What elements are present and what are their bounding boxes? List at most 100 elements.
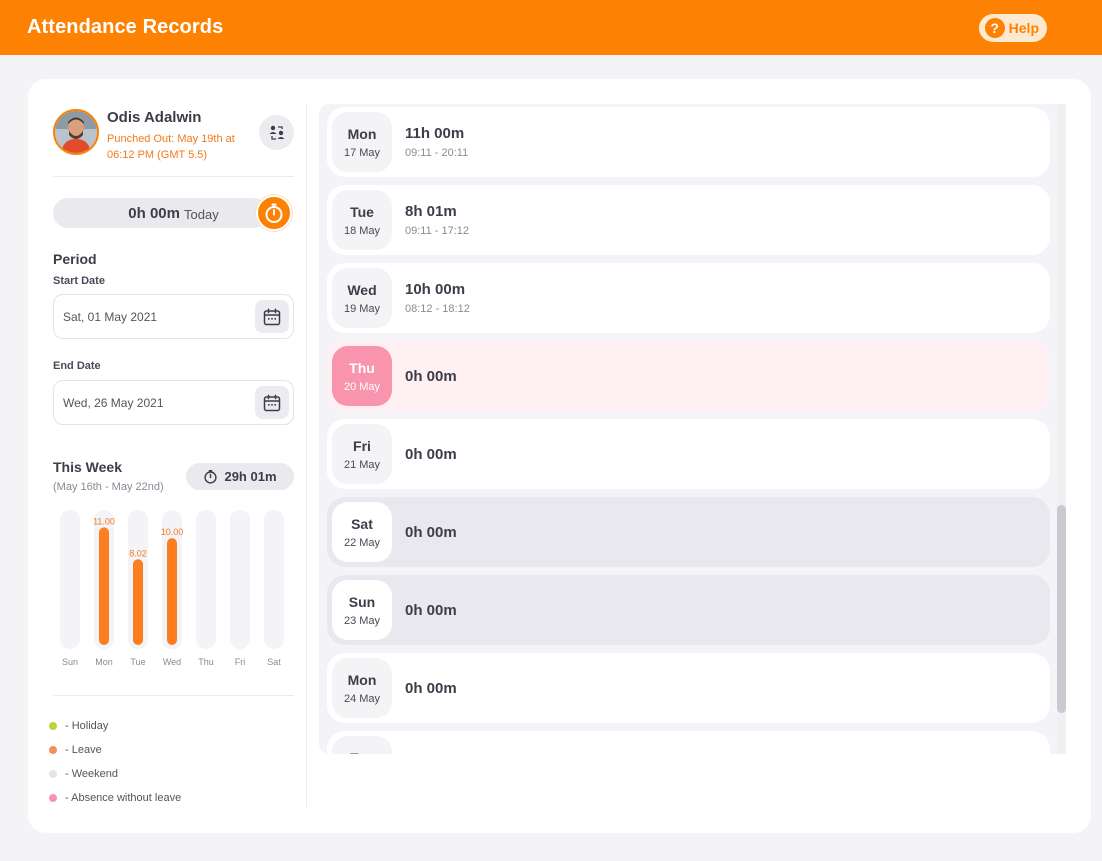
row-info: 0h 00m: [405, 602, 457, 619]
day-badge[interactable]: Sun 23 May: [332, 580, 392, 640]
week-total: 29h 01m: [224, 469, 277, 484]
left-panel: Odis Adalwin Punched Out: May 19th at 06…: [49, 104, 294, 807]
punch-timer-button[interactable]: [256, 195, 292, 231]
this-week-title: This Week: [53, 459, 122, 475]
row-info: 0h 00m: [405, 368, 457, 385]
day-badge[interactable]: Tue25 May: [332, 736, 392, 754]
bar-track: [264, 510, 284, 649]
legend-dot: [49, 794, 57, 802]
legend-label: - Absence without leave: [65, 792, 182, 804]
x-tick-label: Sat: [267, 657, 281, 667]
end-date-label: End Date: [53, 360, 101, 372]
row-info: 10h 00m 08:12 - 18:12: [405, 281, 470, 315]
bar-wed: [167, 538, 177, 645]
attendance-row[interactable]: Fri 21 May 0h 00m: [327, 419, 1050, 489]
attendance-list: Mon 17 May 11h 00m 09:11 - 20:11 Tue 18 May 8h…: [319, 104, 1066, 754]
worked-hours: 0h 00m: [405, 367, 457, 385]
row-info: 0h 00m: [405, 446, 457, 463]
day-date: 19 May: [343, 302, 381, 315]
day-date: 20 May: [343, 380, 381, 393]
week-total-pill: 29h 01m: [186, 463, 294, 490]
day-name: Mon: [347, 125, 377, 142]
legend-dot: [49, 722, 57, 730]
attendance-row[interactable]: Tue25 May: [327, 731, 1050, 754]
row-info: 11h 00m 09:11 - 20:11: [405, 125, 468, 159]
help-label: Help: [1008, 19, 1039, 36]
avatar: [53, 109, 99, 155]
x-tick-label: Wed: [163, 657, 181, 667]
scrollbar-thumb[interactable]: [1057, 505, 1066, 713]
top-bar: Attendance Records ? Help: [0, 0, 1102, 55]
legend-item: - Absence without leave: [49, 792, 181, 804]
attendance-row[interactable]: Mon 17 May 11h 00m 09:11 - 20:11: [327, 107, 1050, 177]
row-info: 8h 01m 09:11 - 17:12: [405, 203, 469, 237]
x-tick-label: Thu: [198, 657, 214, 667]
page-title: Attendance Records: [27, 16, 224, 38]
today-hours: 0h 00m: [128, 204, 180, 222]
day-badge[interactable]: Tue 18 May: [332, 190, 392, 250]
end-date-calendar-button[interactable]: [255, 386, 289, 419]
attendance-row[interactable]: Sat 22 May 0h 00m: [327, 497, 1050, 567]
end-date-field[interactable]: Wed, 26 May 2021: [53, 380, 294, 425]
x-tick-label: Sun: [62, 657, 78, 667]
attendance-row[interactable]: Mon 24 May 0h 00m: [327, 653, 1050, 723]
worked-hours: 0h 00m: [405, 679, 457, 697]
start-date-field[interactable]: Sat, 01 May 2021: [53, 294, 294, 339]
time-range: 09:11 - 17:12: [405, 225, 470, 237]
day-name: Wed: [347, 281, 377, 298]
x-tick-label: Mon: [95, 657, 113, 667]
attendance-card: Odis Adalwin Punched Out: May 19th at 06…: [28, 79, 1091, 833]
worked-hours: 11h 00m: [405, 125, 465, 142]
legend-dot: [49, 746, 57, 754]
today-label: Today: [184, 206, 219, 222]
week-range: (May 16th - May 22nd): [53, 481, 164, 493]
period-title: Period: [53, 251, 97, 267]
attendance-row[interactable]: Sun 23 May 0h 00m: [327, 575, 1050, 645]
day-badge[interactable]: Mon 17 May: [332, 112, 392, 172]
day-badge[interactable]: Mon 24 May: [332, 658, 392, 718]
punch-status: Punched Out: May 19th at 06:12 PM (GMT 5…: [107, 133, 235, 161]
panel-divider: [306, 104, 307, 807]
day-name: Tue: [350, 203, 374, 220]
row-info: 0h 00m: [405, 524, 457, 541]
day-name: Tue: [350, 750, 374, 755]
day-badge[interactable]: Wed 19 May: [332, 268, 392, 328]
attendance-row[interactable]: Thu 20 May 0h 00m: [327, 341, 1050, 411]
day-date: 22 May: [343, 536, 381, 549]
legend-label: - Leave: [65, 744, 102, 756]
attendance-row[interactable]: Tue 18 May 8h 01m 09:11 - 17:12: [327, 185, 1050, 255]
bar-value-label: 11.00: [93, 516, 115, 526]
day-badge[interactable]: Fri 21 May: [332, 424, 392, 484]
stopwatch-icon: [204, 469, 218, 484]
day-badge[interactable]: Sat 22 May: [332, 502, 392, 562]
bar-track: [196, 510, 216, 649]
day-badge[interactable]: Thu 20 May: [332, 346, 392, 406]
start-date-value: Sat, 01 May 2021: [63, 309, 158, 324]
day-date: 24 May: [343, 692, 381, 705]
weekly-hours-chart: Sun 11.00 Mon 8.02 Tue 10.00 Wed Thu Fri Sat: [60, 510, 284, 667]
day-name: Sun: [348, 593, 376, 610]
bar-value-label: 8.02: [129, 548, 147, 558]
legend-item: - Holiday: [49, 720, 108, 732]
worked-hours: 0h 00m: [405, 601, 457, 619]
bar-track: [60, 510, 80, 649]
time-range: 09:11 - 20:11: [405, 147, 469, 159]
x-tick-label: Fri: [235, 657, 246, 667]
calendar-icon: [263, 393, 281, 411]
bar-value-label: 10.00: [161, 527, 184, 537]
day-name: Mon: [347, 671, 377, 688]
switch-user-button[interactable]: [259, 115, 294, 150]
start-date-calendar-button[interactable]: [255, 300, 289, 333]
divider: [53, 695, 294, 696]
time-range: 08:12 - 18:12: [405, 303, 470, 315]
day-date: 17 May: [343, 146, 381, 159]
day-date: 23 May: [343, 614, 381, 627]
switch-user-icon: [269, 125, 284, 140]
divider: [53, 176, 294, 177]
start-date-label: Start Date: [53, 275, 105, 287]
attendance-row[interactable]: Wed 19 May 10h 00m 08:12 - 18:12: [327, 263, 1050, 333]
help-icon: ?: [984, 17, 1005, 38]
help-button[interactable]: ? Help: [978, 13, 1047, 42]
legend-label: - Weekend: [65, 768, 118, 780]
profile: Odis Adalwin Punched Out: May 19th at 06…: [53, 107, 294, 161]
